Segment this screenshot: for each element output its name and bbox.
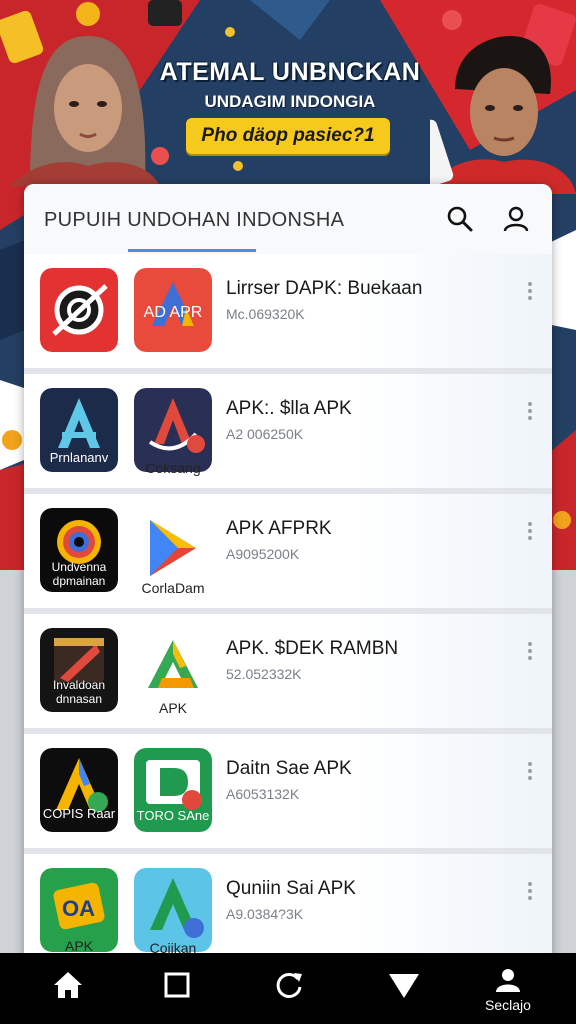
search-icon[interactable] xyxy=(445,204,475,234)
banner-title: ATEMAL UNBNCKAN xyxy=(159,58,421,86)
app-name[interactable]: APK. $DEK RAMBN xyxy=(226,638,398,660)
more-options-icon[interactable] xyxy=(524,760,536,782)
app-size: A2 006250K xyxy=(226,426,304,442)
more-options-icon[interactable] xyxy=(524,280,536,302)
list-item[interactable]: COPIS Raar TORO SAne Daitn Sae APK A6053… xyxy=(24,734,552,854)
page-title: PUPUIH UNDOHAN INDONSHA xyxy=(44,209,345,231)
icon-caption: Prnlananv xyxy=(49,450,109,465)
list-item[interactable]: Prnlananv Coksang APK:. $lla APK A2 0062… xyxy=(24,374,552,494)
active-tab-indicator xyxy=(128,249,256,252)
icon-caption: COPIS Raar xyxy=(42,806,116,821)
refresh-icon xyxy=(276,972,302,998)
list-item[interactable]: Invaldoan dnnasan APK APK. $DEK RAMBN 52… xyxy=(24,614,552,734)
app-icon-target[interactable] xyxy=(40,268,118,352)
app-size: 52.052332K xyxy=(226,666,302,682)
app-size: A9.0384?3K xyxy=(226,906,304,922)
man-portrait xyxy=(430,36,576,194)
icon-caption: TORO SAne xyxy=(136,808,210,823)
more-options-icon[interactable] xyxy=(524,880,536,902)
nav-down[interactable] xyxy=(363,953,443,1024)
banner-cta-button[interactable]: Pho däop pasiec?1 xyxy=(186,118,390,154)
icon-caption: Coksang xyxy=(145,460,201,476)
more-options-icon[interactable] xyxy=(524,400,536,422)
nav-home[interactable] xyxy=(28,953,108,1024)
more-options-icon[interactable] xyxy=(524,640,536,662)
home-icon xyxy=(54,972,82,998)
list-item[interactable]: Undvenna dpmainan CorlaDam APK AFPRK A90… xyxy=(24,494,552,614)
woman-portrait xyxy=(10,36,160,186)
nav-profile[interactable]: Seclajo xyxy=(468,953,548,1024)
banner-subtitle: UNDAGIM INDONGIA xyxy=(204,92,376,111)
app-list-card: PUPUIH UNDOHAN INDONSHA AD APR Lirrser D… xyxy=(24,184,552,964)
list-item[interactable]: AD APR Lirrser DAPK: Buekaan Mc.069320K xyxy=(24,254,552,374)
app-name[interactable]: Quniin Sai APK xyxy=(226,878,356,900)
app-size: A9095200K xyxy=(226,546,300,562)
list-item[interactable]: OA APK Cojikan Quniin Sai APK A9.0384?3K xyxy=(24,854,552,964)
icon-caption: Invaldoan dnnasan xyxy=(52,678,106,706)
card-header: PUPUIH UNDOHAN INDONSHA xyxy=(24,184,552,254)
bottom-navigation-bar: Seclajo xyxy=(0,953,576,1024)
app-name[interactable]: Daitn Sae APK xyxy=(226,758,352,780)
svg-text:OA: OA xyxy=(62,896,95,921)
triangle-down-icon xyxy=(389,974,419,998)
app-name[interactable]: Lirrser DAPK: Buekaan xyxy=(226,278,422,300)
icon-caption: Undvenna dpmainan xyxy=(51,560,107,588)
square-icon xyxy=(164,972,190,998)
app-name[interactable]: APK AFPRK xyxy=(226,518,332,540)
icon-caption: APK xyxy=(158,700,187,716)
user-icon[interactable] xyxy=(501,204,531,234)
more-options-icon[interactable] xyxy=(524,520,536,542)
profile-icon xyxy=(496,969,520,992)
icon-caption: AD APR xyxy=(143,304,203,321)
nav-profile-label: Seclajo xyxy=(485,997,531,1013)
icon-caption: APK xyxy=(64,938,93,954)
app-name[interactable]: APK:. $lla APK xyxy=(226,398,352,420)
app-size: Mc.069320K xyxy=(226,306,305,322)
icon-caption: CorlaDam xyxy=(141,580,205,596)
app-list: AD APR Lirrser DAPK: Buekaan Mc.069320K … xyxy=(24,254,552,964)
app-size: A6053132K xyxy=(226,786,300,802)
nav-refresh[interactable] xyxy=(249,953,329,1024)
nav-recents[interactable] xyxy=(137,953,217,1024)
